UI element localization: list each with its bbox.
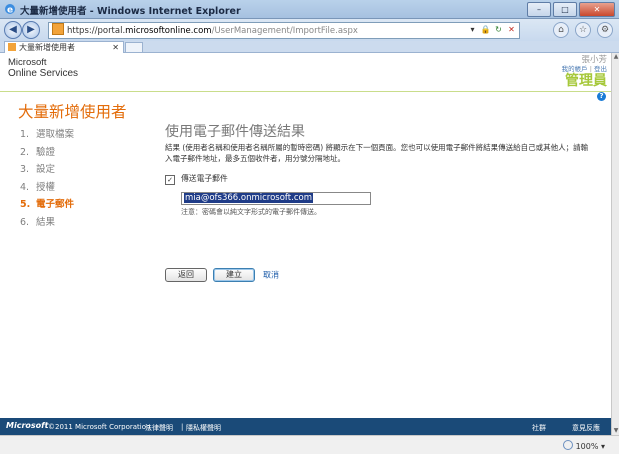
create-button[interactable]: 建立 [213, 268, 255, 282]
address-bar-tools: ▾ 🔒 ↻ ✕ [467, 24, 517, 35]
tools-gear-icon[interactable]: ⚙ [597, 22, 613, 38]
community-link[interactable]: 社群 [532, 423, 546, 433]
favorites-star-icon[interactable]: ☆ [575, 22, 591, 38]
address-bar[interactable]: https://portal.microsoftonline.com/UserM… [48, 22, 520, 39]
step-6: 6. 結果 [20, 216, 56, 228]
close-tab-icon[interactable]: ✕ [112, 42, 119, 53]
url-path: /UserManagement/ImportFile.aspx [211, 26, 358, 36]
email-results-section: 使用電子郵件傳送結果 結果 (使用者名稱和使用者名稱所屬的暫時密碼) 將顯示在下… [165, 122, 595, 217]
wizard-steps: 1. 選取檔案 2. 驗證 3. 設定 4. 授權 5. 電子郵件 6. 結果 [20, 126, 74, 231]
section-title: 使用電子郵件傳送結果 [165, 124, 305, 140]
refresh-icon[interactable]: ↻ [493, 24, 504, 35]
tab-bar: 大量新增使用者 ✕ [0, 41, 619, 53]
forward-arrow-icon[interactable]: ▶ [22, 21, 40, 39]
legal-link[interactable]: 法律聲明 [145, 423, 173, 433]
window-title-bar: e 大量新增使用者 - Windows Internet Explorer – … [0, 0, 619, 19]
section-description: 結果 (使用者名稱和使用者名稱所屬的暫時密碼) 將顯示在下一個頁面。您也可以使用… [165, 143, 589, 163]
send-email-row: ✓ 傳送電子郵件 [165, 173, 595, 185]
site-footer: Microsoft ©2011 Microsoft Corporation 法律… [0, 418, 611, 435]
email-input-value: mia@ofs366.onmicrosoft.com [184, 193, 313, 203]
svg-text:e: e [7, 6, 13, 16]
back-arrow-icon[interactable]: ◀ [4, 21, 22, 39]
send-email-checkbox[interactable]: ✓ [165, 175, 175, 185]
vertical-scrollbar[interactable]: ▲ ▼ [611, 53, 619, 435]
main-content: 大量新增使用者 1. 選取檔案 2. 驗證 3. 設定 4. 授權 5. 電子郵件 6. 結… [0, 92, 611, 418]
wizard-buttons: 返回 建立 取消 [165, 268, 279, 282]
minimize-button[interactable]: – [527, 2, 551, 17]
step-1: 1. 選取檔案 [20, 129, 75, 140]
tab-favicon-icon [8, 43, 16, 51]
close-window-button[interactable]: ✕ [579, 2, 615, 17]
copyright: ©2011 Microsoft Corporation [48, 423, 151, 431]
stop-icon[interactable]: ✕ [506, 24, 517, 35]
maximize-button[interactable]: □ [553, 2, 577, 17]
microsoft-online-services-logo: Microsoft Online Services [8, 57, 79, 80]
tab-bulk-add-users[interactable]: 大量新增使用者 ✕ [4, 41, 124, 53]
lock-icon[interactable]: 🔒 [480, 24, 491, 35]
plaintext-password-note: 注意：密碼會以純文字形式的電子郵件傳送。 [181, 208, 321, 216]
footer-separator: | [181, 423, 184, 431]
site-header: Microsoft Online Services 張小芳 我的帳戶 | 登出 … [0, 53, 611, 91]
new-tab-button[interactable] [125, 42, 143, 53]
tab-title: 大量新增使用者 [19, 43, 75, 52]
page-favicon-icon [52, 23, 64, 35]
scroll-down-arrow-icon[interactable]: ▼ [612, 427, 619, 435]
window-title: 大量新增使用者 - Windows Internet Explorer [20, 6, 241, 17]
role-label: 管理員 [565, 73, 607, 89]
feedback-link[interactable]: 意見反應 [572, 423, 600, 433]
window-controls: – □ ✕ [527, 2, 615, 17]
back-button[interactable]: 返回 [165, 268, 207, 282]
url-prefix: https://portal. [67, 26, 126, 36]
step-4: 4. 授權 [20, 181, 56, 193]
step-3: 3. 設定 [20, 164, 56, 175]
scroll-up-arrow-icon[interactable]: ▲ [612, 53, 619, 61]
url-host: microsoftonline.com [125, 26, 212, 36]
send-email-label: 傳送電子郵件 [181, 174, 228, 183]
zoom-control[interactable]: 100% ▾ [562, 440, 605, 451]
page-title: 大量新增使用者 [18, 103, 127, 121]
cancel-link[interactable]: 取消 [263, 271, 279, 280]
step-2: 2. 驗證 [20, 146, 56, 158]
microsoft-logo: Microsoft [6, 421, 49, 430]
brand-line1: Microsoft [8, 57, 47, 68]
internet-explorer-icon: e [5, 4, 15, 16]
step-5: 5. 電子郵件 [20, 199, 75, 210]
privacy-link[interactable]: 隱私權聲明 [186, 423, 221, 433]
home-icon[interactable]: ⌂ [553, 22, 569, 38]
dropdown-icon[interactable]: ▾ [467, 24, 478, 35]
status-bar: 100% ▾ [0, 435, 619, 454]
browser-toolbar-icons: ⌂ ☆ ⚙ [553, 22, 613, 38]
brand-line2: Online Services [8, 68, 79, 79]
internet-zone-globe-icon [562, 440, 573, 450]
zoom-level: 100% [575, 442, 599, 451]
browser-navigation-bar: ◀ ▶ https://portal.microsoftonline.com/U… [0, 19, 619, 41]
email-recipients-input[interactable]: mia@ofs366.onmicrosoft.com [181, 192, 371, 205]
